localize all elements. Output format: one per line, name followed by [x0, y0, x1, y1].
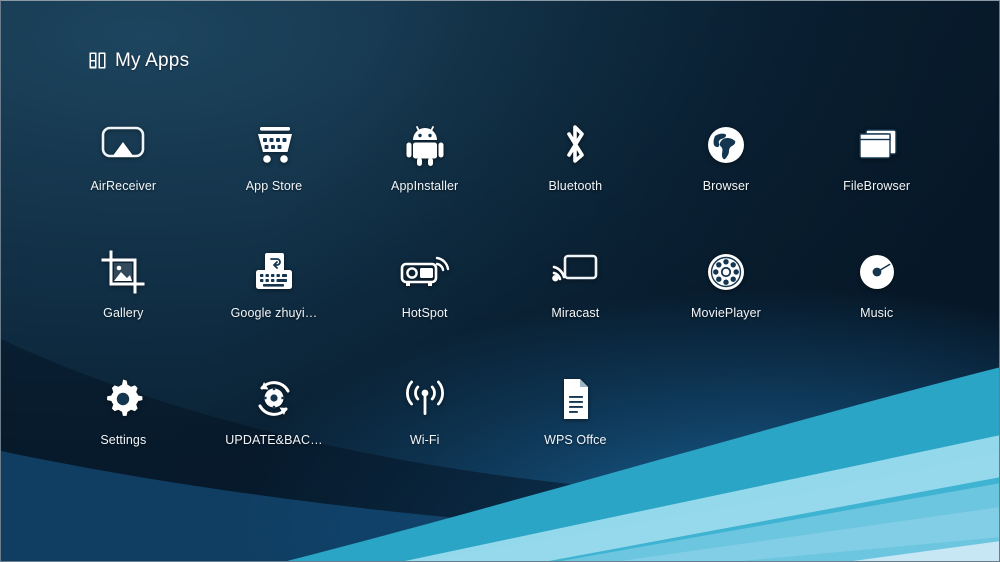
app-item-movieplayer[interactable]: MoviePlayer — [651, 246, 802, 373]
app-label: FileBrowser — [843, 179, 911, 193]
gear-icon — [94, 373, 152, 425]
app-item-bluetooth[interactable]: Bluetooth — [500, 119, 651, 246]
globe-icon — [697, 119, 755, 171]
wifi-antenna-icon — [396, 373, 454, 425]
page-header: My Apps — [89, 51, 189, 70]
tv-launcher-screen: My Apps AirReceiver App Store AppInstall… — [0, 0, 1000, 562]
app-label: Wi-Fi — [409, 433, 440, 447]
airplay-icon — [94, 119, 152, 171]
app-label: Miracast — [551, 306, 600, 320]
app-item-filebrowser[interactable]: FileBrowser — [801, 119, 952, 246]
app-label: HotSpot — [401, 306, 448, 320]
app-grid: AirReceiver App Store AppInstaller Bluet… — [48, 119, 952, 500]
app-item-settings[interactable]: Settings — [48, 373, 199, 500]
app-item-browser[interactable]: Browser — [651, 119, 802, 246]
document-page-icon — [546, 373, 604, 425]
app-item-google-zhuyin[interactable]: Google zhuyi… — [199, 246, 350, 373]
app-item-miracast[interactable]: Miracast — [500, 246, 651, 373]
app-label: AirReceiver — [90, 179, 157, 193]
update-refresh-gear-icon — [245, 373, 303, 425]
app-label: Google zhuyi… — [230, 306, 318, 320]
app-item-airreceiver[interactable]: AirReceiver — [48, 119, 199, 246]
app-label: MoviePlayer — [691, 306, 761, 320]
app-item-gallery[interactable]: Gallery — [48, 246, 199, 373]
app-item-appinstaller[interactable]: AppInstaller — [349, 119, 500, 246]
app-item-music[interactable]: Music — [801, 246, 952, 373]
app-item-hotspot[interactable]: HotSpot — [349, 246, 500, 373]
app-label: Browser — [702, 179, 750, 193]
app-item-update-backup[interactable]: UPDATE&BAC… — [199, 373, 350, 500]
apps-grid-icon — [89, 52, 106, 69]
projector-signal-icon — [396, 246, 454, 298]
android-robot-icon — [396, 119, 454, 171]
windows-stack-icon — [848, 119, 906, 171]
screen-cast-icon — [546, 246, 604, 298]
app-label: UPDATE&BAC… — [225, 433, 323, 447]
bluetooth-icon — [546, 119, 604, 171]
app-label: App Store — [245, 179, 303, 193]
shopping-cart-icon — [245, 119, 303, 171]
app-item-app-store[interactable]: App Store — [199, 119, 350, 246]
app-item-wifi[interactable]: Wi-Fi — [349, 373, 500, 500]
app-label: Gallery — [103, 306, 144, 320]
app-label: Music — [860, 306, 894, 320]
app-item-wps-office[interactable]: WPS Offce — [500, 373, 651, 500]
app-label: AppInstaller — [391, 179, 459, 193]
film-reel-icon — [697, 246, 755, 298]
app-label: WPS Offce — [544, 433, 607, 447]
vinyl-disc-icon — [848, 246, 906, 298]
page-title: My Apps — [115, 50, 190, 71]
app-label: Bluetooth — [548, 179, 603, 193]
photo-crop-icon — [94, 246, 152, 298]
app-label: Settings — [100, 433, 147, 447]
keyboard-ime-icon — [245, 246, 303, 298]
